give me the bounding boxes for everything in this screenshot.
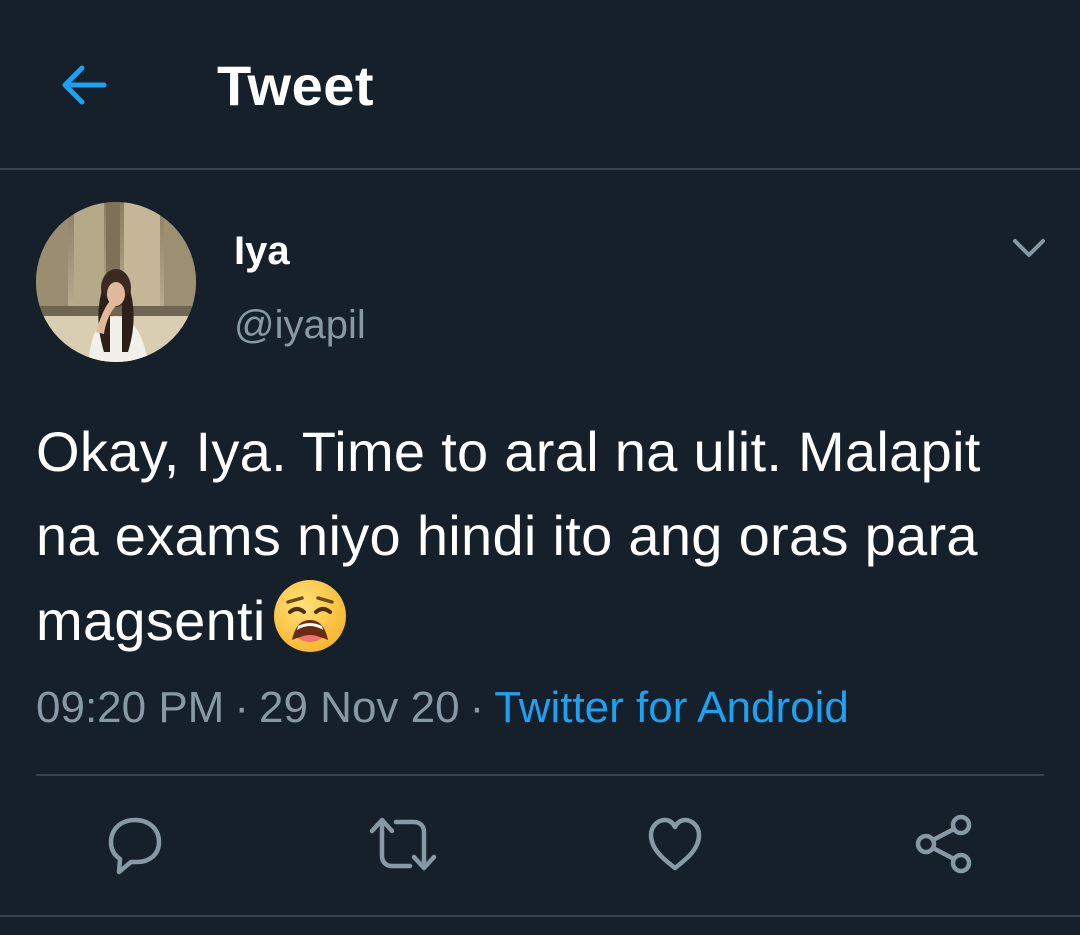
comment-icon xyxy=(108,817,162,875)
retweet-button[interactable] xyxy=(367,808,439,880)
separator: · xyxy=(234,683,249,732)
share-icon xyxy=(915,814,972,874)
back-button[interactable] xyxy=(55,56,113,114)
author-name[interactable]: Iya xyxy=(234,228,290,274)
tweet-menu-button[interactable] xyxy=(1004,226,1054,270)
separator: · xyxy=(469,683,485,732)
avatar[interactable] xyxy=(36,202,196,362)
divider xyxy=(0,915,1080,917)
chevron-down-icon xyxy=(1013,239,1045,257)
share-button[interactable] xyxy=(908,808,980,880)
tweet-date: 29 Nov 20 xyxy=(259,683,460,732)
heart-icon xyxy=(648,817,702,871)
weary-face-emoji xyxy=(272,578,348,654)
like-button[interactable] xyxy=(639,808,711,880)
retweet-icon xyxy=(369,817,437,871)
tweet-body: Okay, Iya. Time to aral na ulit. Malapit… xyxy=(36,420,981,652)
page-title: Tweet xyxy=(217,54,375,117)
arrow-left-icon xyxy=(62,65,107,105)
author-handle[interactable]: @iyapil xyxy=(234,302,366,348)
app-header: Tweet xyxy=(0,0,1080,170)
tweet-source-link[interactable]: Twitter for Android xyxy=(494,683,849,732)
divider xyxy=(36,774,1044,776)
tweet-meta: 09:20 PM · 29 Nov 20 · Twitter for Android xyxy=(36,682,849,734)
profile-photo xyxy=(36,202,196,362)
tweet-time: 09:20 PM xyxy=(36,683,225,732)
reply-button[interactable] xyxy=(99,808,171,880)
tweet-text: Okay, Iya. Time to aral na ulit. Malapit… xyxy=(36,410,1036,663)
